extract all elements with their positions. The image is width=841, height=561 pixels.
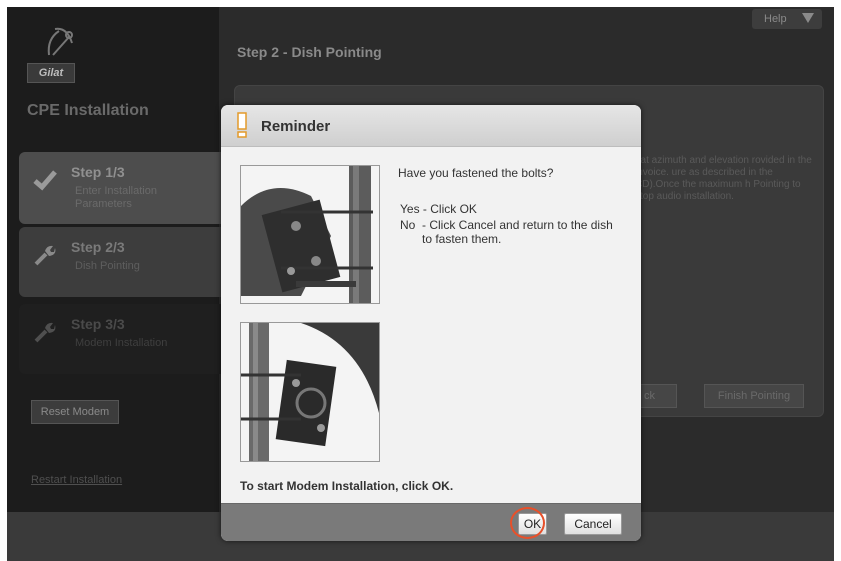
sidebar-item-step-3[interactable]: Step 3/3 Modem Installation	[19, 304, 229, 374]
sidebar: Gilat CPE Installation Step 1/3 Enter In…	[7, 7, 229, 512]
step-2-label: Step 2/3	[71, 239, 125, 255]
bolt-photo-front	[240, 165, 380, 304]
installer-window: Gilat CPE Installation Step 1/3 Enter In…	[7, 7, 834, 561]
chevron-down-icon	[802, 13, 814, 23]
dialog-instruction: To start Modem Installation, click OK.	[240, 479, 454, 493]
warning-icon	[237, 112, 247, 138]
wrench-icon	[34, 245, 56, 266]
cancel-button[interactable]: Cancel	[564, 513, 622, 535]
step-3-sublabel: Modem Installation	[75, 337, 168, 349]
wrench-icon	[34, 322, 56, 343]
option-no-description: - Click Cancel and return to the dish to…	[422, 218, 613, 246]
option-yes-text: Yes - Click OK	[400, 202, 477, 216]
dialog-title: Reminder	[261, 118, 331, 135]
step-2-sublabel: Dish Pointing	[75, 260, 140, 272]
help-label: Help	[764, 13, 787, 25]
check-icon	[33, 170, 57, 191]
reset-modem-button[interactable]: Reset Modem	[31, 400, 119, 424]
restart-installation-link[interactable]: Restart Installation	[31, 474, 122, 486]
option-no-text: No - Click Cancel and return to the dish …	[400, 218, 630, 246]
sidebar-item-step-2[interactable]: Step 2/3 Dish Pointing	[19, 227, 229, 297]
help-button[interactable]: Help	[752, 9, 822, 29]
gilat-logo: Gilat	[27, 25, 87, 85]
page-title: Step 2 - Dish Pointing	[237, 44, 382, 60]
ok-highlight-ring	[510, 507, 545, 539]
dialog-footer: OK Cancel	[221, 503, 641, 541]
step-3-label: Step 3/3	[71, 316, 125, 332]
logo-text: Gilat	[27, 63, 75, 83]
step-1-sublabel: Enter Installation Parameters	[75, 185, 157, 210]
step-1-label: Step 1/3	[71, 164, 125, 180]
reminder-dialog: Reminder Have you fastened the bolts? Ye…	[221, 105, 641, 541]
bolt-photo-side	[240, 322, 380, 462]
option-no-key: No	[400, 218, 416, 232]
sidebar-item-step-1[interactable]: Step 1/3 Enter Installation Parameters	[19, 152, 229, 224]
instructions-text: hat azimuth and elevation rovided in the…	[635, 155, 812, 202]
back-button[interactable]: ck	[635, 384, 677, 408]
dialog-header: Reminder	[221, 105, 641, 147]
dialog-question: Have you fastened the bolts?	[398, 166, 554, 180]
satellite-dish-icon	[47, 27, 73, 56]
finish-pointing-button[interactable]: Finish Pointing	[704, 384, 804, 408]
app-title: CPE Installation	[27, 102, 149, 119]
